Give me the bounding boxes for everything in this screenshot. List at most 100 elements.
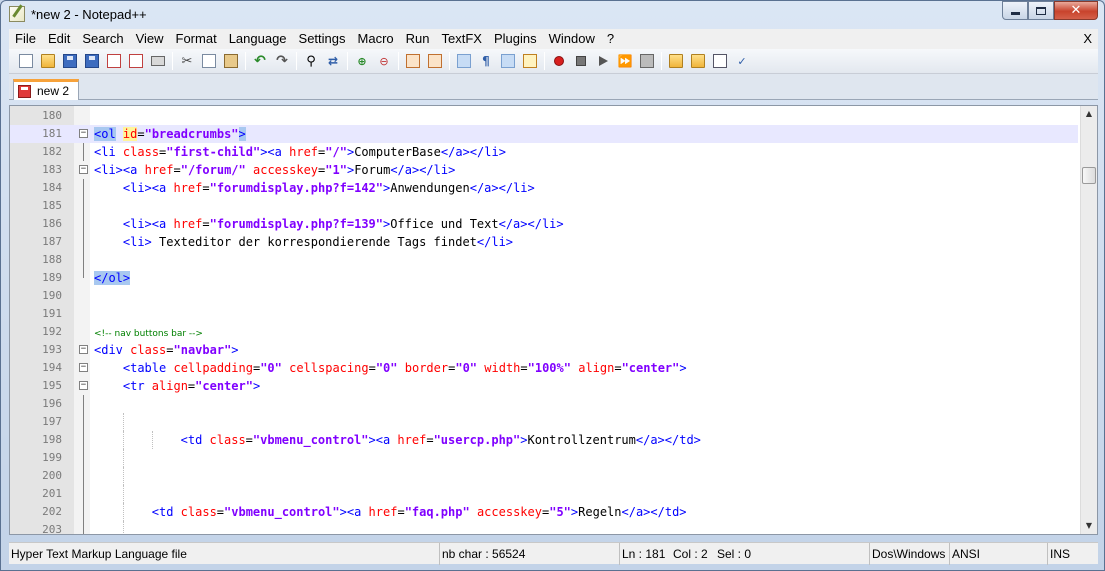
replace-button[interactable]: ⇄ (323, 51, 343, 71)
menu-textfx[interactable]: TextFX (436, 29, 488, 49)
code-line[interactable]: 196 (10, 395, 1078, 413)
toolbar-separator (398, 52, 399, 70)
code-token: "/" (325, 145, 347, 159)
menu-search[interactable]: Search (76, 29, 129, 49)
indent-guide-button[interactable] (498, 51, 518, 71)
find-button[interactable]: ⚲ (301, 51, 321, 71)
code-line[interactable]: 189 </ol> (10, 269, 1078, 287)
fold-line (83, 215, 84, 233)
code-line[interactable]: 188 (10, 251, 1078, 269)
redo-button[interactable]: ↷ (272, 51, 292, 71)
maximize-button[interactable] (1028, 1, 1054, 20)
fold-toggle-icon[interactable]: − (79, 345, 88, 354)
menu-run[interactable]: Run (400, 29, 436, 49)
menu-window[interactable]: Window (543, 29, 601, 49)
fold-toggle-icon[interactable]: − (79, 165, 88, 174)
code-line[interactable]: 190 (10, 287, 1078, 305)
close-document-button[interactable]: X (1083, 29, 1092, 49)
menu-language[interactable]: Language (223, 29, 293, 49)
code-line[interactable]: 180 (10, 107, 1078, 125)
code-line[interactable]: 193 − <div class="navbar"> (10, 341, 1078, 359)
code-editor[interactable]: 180 181− <ol id="breadcrumbs"> 182 <li class… (9, 105, 1098, 535)
menu-view[interactable]: View (130, 29, 170, 49)
explorer-button[interactable] (688, 51, 708, 71)
line-number: 186 (42, 217, 62, 230)
line-number: 183 (42, 163, 62, 176)
code-line[interactable]: 198 <td class="vbmenu_control"><a href="u… (10, 431, 1078, 449)
open-file-button[interactable] (38, 51, 58, 71)
code-text: <li> Texteditor der korrespondierende Ta… (123, 233, 513, 251)
play-macro-button[interactable] (593, 51, 613, 71)
close-window-button[interactable]: ✕ (1054, 1, 1098, 20)
vertical-scrollbar[interactable]: ▲ ▼ (1080, 106, 1097, 534)
code-line[interactable]: 200 (10, 467, 1078, 485)
code-line[interactable]: 203 (10, 521, 1078, 534)
sync-vertical-button[interactable] (403, 51, 423, 71)
close-all-button[interactable] (126, 51, 146, 71)
console-button[interactable] (710, 51, 730, 71)
code-line[interactable]: 195 − <tr align="center"> (10, 377, 1078, 395)
word-wrap-button[interactable] (454, 51, 474, 71)
menu-plugins[interactable]: Plugins (488, 29, 543, 49)
menu-file[interactable]: File (9, 29, 42, 49)
menu-settings[interactable]: Settings (293, 29, 352, 49)
code-token: "faq.php" (404, 505, 470, 519)
code-token: = (173, 163, 181, 177)
code-line[interactable]: 197 (10, 413, 1078, 431)
save-all-button[interactable] (82, 51, 102, 71)
notepad-app-icon[interactable] (9, 6, 25, 22)
print-button[interactable] (148, 51, 168, 71)
tab-new-2[interactable]: new 2 (13, 79, 79, 100)
fold-toggle-icon[interactable]: − (79, 363, 88, 372)
open-folder-button[interactable] (666, 51, 686, 71)
code-line[interactable]: 191 (10, 305, 1078, 323)
paste-button[interactable] (221, 51, 241, 71)
code-line[interactable]: 185 (10, 197, 1078, 215)
fold-line (83, 251, 84, 269)
scroll-up-icon[interactable]: ▲ (1081, 106, 1097, 122)
indent-guide (122, 431, 124, 449)
cut-icon: ✂ (181, 53, 193, 69)
code-line[interactable]: 199 (10, 449, 1078, 467)
close-file-button[interactable] (104, 51, 124, 71)
minimize-button[interactable] (1002, 1, 1028, 20)
toolbar-separator (296, 52, 297, 70)
menu-edit[interactable]: Edit (42, 29, 76, 49)
zoom-out-button[interactable]: ⊖ (374, 51, 394, 71)
code-line[interactable]: 192 <!-- nav buttons bar --> (10, 323, 1078, 341)
record-macro-button[interactable] (549, 51, 569, 71)
fold-toggle-icon[interactable]: − (79, 129, 88, 138)
code-line[interactable]: 184 <li><a href="forumdisplay.php?f=142">… (10, 179, 1078, 197)
code-line[interactable]: 186 <li><a href="forumdisplay.php?f=139">… (10, 215, 1078, 233)
run-macro-multiple-button[interactable]: ⏩ (615, 51, 635, 71)
code-line[interactable]: 202 <td class="vbmenu_control"><a href="f… (10, 503, 1078, 521)
stop-macro-button[interactable] (571, 51, 591, 71)
spellcheck-button[interactable]: ✓ (732, 51, 752, 71)
menu-format[interactable]: Format (170, 29, 223, 49)
code-line[interactable]: 183− <li><a href="/forum/" accesskey="1">… (10, 161, 1078, 179)
new-file-button[interactable] (16, 51, 36, 71)
code-line[interactable]: 187 <li> Texteditor der korrespondierende… (10, 233, 1078, 251)
fold-toggle-icon[interactable]: − (79, 381, 88, 390)
menu-help[interactable]: ? (601, 29, 620, 49)
code-line[interactable]: 181 − <ol id="breadcrumbs"> (10, 125, 1078, 143)
code-line[interactable]: 201 (10, 485, 1078, 503)
menu-macro[interactable]: Macro (352, 29, 400, 49)
show-all-chars-button[interactable]: ¶ (476, 51, 496, 71)
line-number: 184 (42, 181, 62, 194)
menu-bar: File Edit Search View Format Language Se… (9, 29, 1098, 49)
user-lang-button[interactable] (520, 51, 540, 71)
undo-button[interactable]: ↶ (250, 51, 270, 71)
save-macro-button[interactable] (637, 51, 657, 71)
sync-horizontal-button[interactable] (425, 51, 445, 71)
scroll-down-icon[interactable]: ▼ (1081, 518, 1097, 534)
code-line[interactable]: 194− <table cellpadding="0" cellspacing="… (10, 359, 1078, 377)
code-line[interactable]: 182 <li class="first-child"><a href="/">C… (10, 143, 1078, 161)
cut-button[interactable]: ✂ (177, 51, 197, 71)
copy-button[interactable] (199, 51, 219, 71)
zoom-in-button[interactable]: ⊕ (352, 51, 372, 71)
title-bar[interactable]: *new 2 - Notepad++ ✕ (1, 1, 1104, 29)
save-button[interactable] (60, 51, 80, 71)
scrollbar-thumb[interactable] (1082, 167, 1096, 184)
